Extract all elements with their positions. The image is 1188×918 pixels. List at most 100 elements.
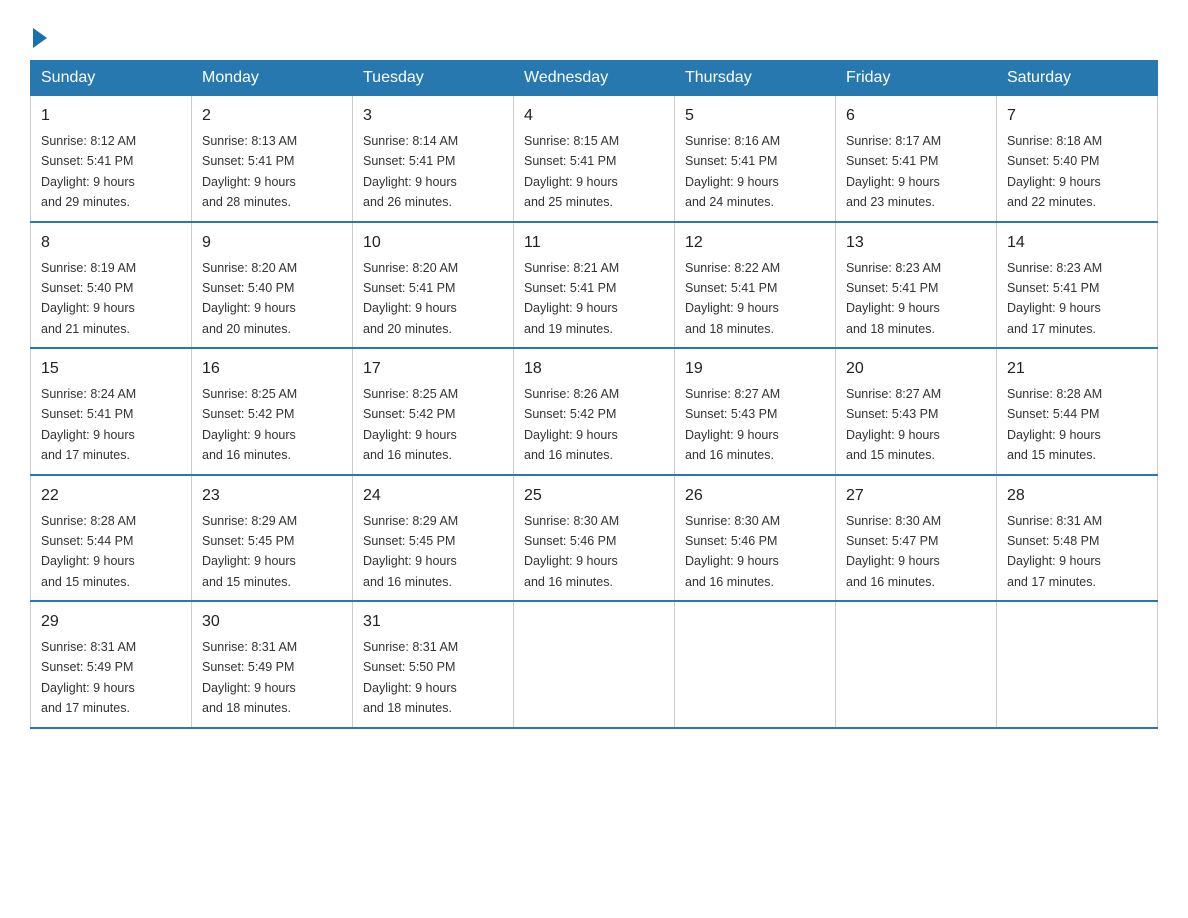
day-number: 15 xyxy=(41,357,181,381)
day-number: 6 xyxy=(846,104,986,128)
day-info: Sunrise: 8:31 AMSunset: 5:49 PMDaylight:… xyxy=(41,640,136,715)
day-info: Sunrise: 8:12 AMSunset: 5:41 PMDaylight:… xyxy=(41,134,136,209)
day-number: 21 xyxy=(1007,357,1147,381)
calendar-day-cell: 10 Sunrise: 8:20 AMSunset: 5:41 PMDaylig… xyxy=(353,222,514,349)
day-number: 14 xyxy=(1007,231,1147,255)
calendar-day-cell: 7 Sunrise: 8:18 AMSunset: 5:40 PMDayligh… xyxy=(997,96,1158,222)
calendar-day-cell: 20 Sunrise: 8:27 AMSunset: 5:43 PMDaylig… xyxy=(836,348,997,475)
calendar-day-cell: 23 Sunrise: 8:29 AMSunset: 5:45 PMDaylig… xyxy=(192,475,353,602)
day-number: 20 xyxy=(846,357,986,381)
day-number: 29 xyxy=(41,610,181,634)
calendar-day-cell: 17 Sunrise: 8:25 AMSunset: 5:42 PMDaylig… xyxy=(353,348,514,475)
day-number: 13 xyxy=(846,231,986,255)
calendar-day-cell: 14 Sunrise: 8:23 AMSunset: 5:41 PMDaylig… xyxy=(997,222,1158,349)
day-number: 4 xyxy=(524,104,664,128)
page-header xyxy=(30,20,1158,48)
day-info: Sunrise: 8:30 AMSunset: 5:46 PMDaylight:… xyxy=(524,514,619,589)
day-number: 22 xyxy=(41,484,181,508)
day-info: Sunrise: 8:23 AMSunset: 5:41 PMDaylight:… xyxy=(846,261,941,336)
calendar-day-cell: 3 Sunrise: 8:14 AMSunset: 5:41 PMDayligh… xyxy=(353,96,514,222)
calendar-week-row: 29 Sunrise: 8:31 AMSunset: 5:49 PMDaylig… xyxy=(31,601,1158,728)
calendar-day-cell: 11 Sunrise: 8:21 AMSunset: 5:41 PMDaylig… xyxy=(514,222,675,349)
day-of-week-header: Tuesday xyxy=(353,61,514,96)
calendar-day-cell: 31 Sunrise: 8:31 AMSunset: 5:50 PMDaylig… xyxy=(353,601,514,728)
day-number: 18 xyxy=(524,357,664,381)
calendar-day-cell xyxy=(997,601,1158,728)
day-number: 26 xyxy=(685,484,825,508)
day-info: Sunrise: 8:20 AMSunset: 5:40 PMDaylight:… xyxy=(202,261,297,336)
day-info: Sunrise: 8:14 AMSunset: 5:41 PMDaylight:… xyxy=(363,134,458,209)
day-info: Sunrise: 8:30 AMSunset: 5:47 PMDaylight:… xyxy=(846,514,941,589)
calendar-day-cell: 19 Sunrise: 8:27 AMSunset: 5:43 PMDaylig… xyxy=(675,348,836,475)
day-number: 12 xyxy=(685,231,825,255)
calendar-day-cell: 8 Sunrise: 8:19 AMSunset: 5:40 PMDayligh… xyxy=(31,222,192,349)
day-info: Sunrise: 8:31 AMSunset: 5:50 PMDaylight:… xyxy=(363,640,458,715)
day-of-week-header: Monday xyxy=(192,61,353,96)
calendar-day-cell: 9 Sunrise: 8:20 AMSunset: 5:40 PMDayligh… xyxy=(192,222,353,349)
day-number: 28 xyxy=(1007,484,1147,508)
day-number: 2 xyxy=(202,104,342,128)
calendar-day-cell: 1 Sunrise: 8:12 AMSunset: 5:41 PMDayligh… xyxy=(31,96,192,222)
day-of-week-header: Saturday xyxy=(997,61,1158,96)
day-info: Sunrise: 8:17 AMSunset: 5:41 PMDaylight:… xyxy=(846,134,941,209)
calendar-day-cell xyxy=(836,601,997,728)
day-info: Sunrise: 8:27 AMSunset: 5:43 PMDaylight:… xyxy=(685,387,780,462)
day-info: Sunrise: 8:30 AMSunset: 5:46 PMDaylight:… xyxy=(685,514,780,589)
day-info: Sunrise: 8:31 AMSunset: 5:49 PMDaylight:… xyxy=(202,640,297,715)
calendar-day-cell: 27 Sunrise: 8:30 AMSunset: 5:47 PMDaylig… xyxy=(836,475,997,602)
calendar-day-cell: 16 Sunrise: 8:25 AMSunset: 5:42 PMDaylig… xyxy=(192,348,353,475)
calendar-week-row: 8 Sunrise: 8:19 AMSunset: 5:40 PMDayligh… xyxy=(31,222,1158,349)
day-info: Sunrise: 8:29 AMSunset: 5:45 PMDaylight:… xyxy=(363,514,458,589)
calendar-day-cell: 29 Sunrise: 8:31 AMSunset: 5:49 PMDaylig… xyxy=(31,601,192,728)
day-number: 17 xyxy=(363,357,503,381)
day-number: 9 xyxy=(202,231,342,255)
day-info: Sunrise: 8:19 AMSunset: 5:40 PMDaylight:… xyxy=(41,261,136,336)
day-info: Sunrise: 8:24 AMSunset: 5:41 PMDaylight:… xyxy=(41,387,136,462)
day-number: 1 xyxy=(41,104,181,128)
calendar-day-cell xyxy=(514,601,675,728)
logo-triangle-icon xyxy=(33,28,47,48)
calendar-day-cell: 13 Sunrise: 8:23 AMSunset: 5:41 PMDaylig… xyxy=(836,222,997,349)
day-info: Sunrise: 8:22 AMSunset: 5:41 PMDaylight:… xyxy=(685,261,780,336)
day-info: Sunrise: 8:16 AMSunset: 5:41 PMDaylight:… xyxy=(685,134,780,209)
calendar-header-row: SundayMondayTuesdayWednesdayThursdayFrid… xyxy=(31,61,1158,96)
day-info: Sunrise: 8:27 AMSunset: 5:43 PMDaylight:… xyxy=(846,387,941,462)
calendar-day-cell: 15 Sunrise: 8:24 AMSunset: 5:41 PMDaylig… xyxy=(31,348,192,475)
calendar-day-cell xyxy=(675,601,836,728)
day-of-week-header: Wednesday xyxy=(514,61,675,96)
day-number: 8 xyxy=(41,231,181,255)
day-number: 3 xyxy=(363,104,503,128)
day-number: 30 xyxy=(202,610,342,634)
calendar-day-cell: 24 Sunrise: 8:29 AMSunset: 5:45 PMDaylig… xyxy=(353,475,514,602)
day-number: 19 xyxy=(685,357,825,381)
calendar-day-cell: 22 Sunrise: 8:28 AMSunset: 5:44 PMDaylig… xyxy=(31,475,192,602)
day-info: Sunrise: 8:28 AMSunset: 5:44 PMDaylight:… xyxy=(41,514,136,589)
day-of-week-header: Friday xyxy=(836,61,997,96)
day-number: 24 xyxy=(363,484,503,508)
calendar-week-row: 1 Sunrise: 8:12 AMSunset: 5:41 PMDayligh… xyxy=(31,96,1158,222)
day-info: Sunrise: 8:31 AMSunset: 5:48 PMDaylight:… xyxy=(1007,514,1102,589)
calendar-day-cell: 18 Sunrise: 8:26 AMSunset: 5:42 PMDaylig… xyxy=(514,348,675,475)
day-info: Sunrise: 8:15 AMSunset: 5:41 PMDaylight:… xyxy=(524,134,619,209)
calendar-week-row: 15 Sunrise: 8:24 AMSunset: 5:41 PMDaylig… xyxy=(31,348,1158,475)
calendar-day-cell: 12 Sunrise: 8:22 AMSunset: 5:41 PMDaylig… xyxy=(675,222,836,349)
calendar-day-cell: 30 Sunrise: 8:31 AMSunset: 5:49 PMDaylig… xyxy=(192,601,353,728)
day-info: Sunrise: 8:18 AMSunset: 5:40 PMDaylight:… xyxy=(1007,134,1102,209)
calendar-table: SundayMondayTuesdayWednesdayThursdayFrid… xyxy=(30,60,1158,729)
day-number: 31 xyxy=(363,610,503,634)
day-info: Sunrise: 8:26 AMSunset: 5:42 PMDaylight:… xyxy=(524,387,619,462)
day-of-week-header: Sunday xyxy=(31,61,192,96)
day-info: Sunrise: 8:25 AMSunset: 5:42 PMDaylight:… xyxy=(363,387,458,462)
calendar-day-cell: 28 Sunrise: 8:31 AMSunset: 5:48 PMDaylig… xyxy=(997,475,1158,602)
day-number: 11 xyxy=(524,231,664,255)
day-info: Sunrise: 8:13 AMSunset: 5:41 PMDaylight:… xyxy=(202,134,297,209)
calendar-day-cell: 6 Sunrise: 8:17 AMSunset: 5:41 PMDayligh… xyxy=(836,96,997,222)
day-number: 5 xyxy=(685,104,825,128)
calendar-day-cell: 21 Sunrise: 8:28 AMSunset: 5:44 PMDaylig… xyxy=(997,348,1158,475)
calendar-day-cell: 25 Sunrise: 8:30 AMSunset: 5:46 PMDaylig… xyxy=(514,475,675,602)
day-number: 7 xyxy=(1007,104,1147,128)
day-info: Sunrise: 8:21 AMSunset: 5:41 PMDaylight:… xyxy=(524,261,619,336)
day-info: Sunrise: 8:23 AMSunset: 5:41 PMDaylight:… xyxy=(1007,261,1102,336)
day-number: 10 xyxy=(363,231,503,255)
day-info: Sunrise: 8:25 AMSunset: 5:42 PMDaylight:… xyxy=(202,387,297,462)
